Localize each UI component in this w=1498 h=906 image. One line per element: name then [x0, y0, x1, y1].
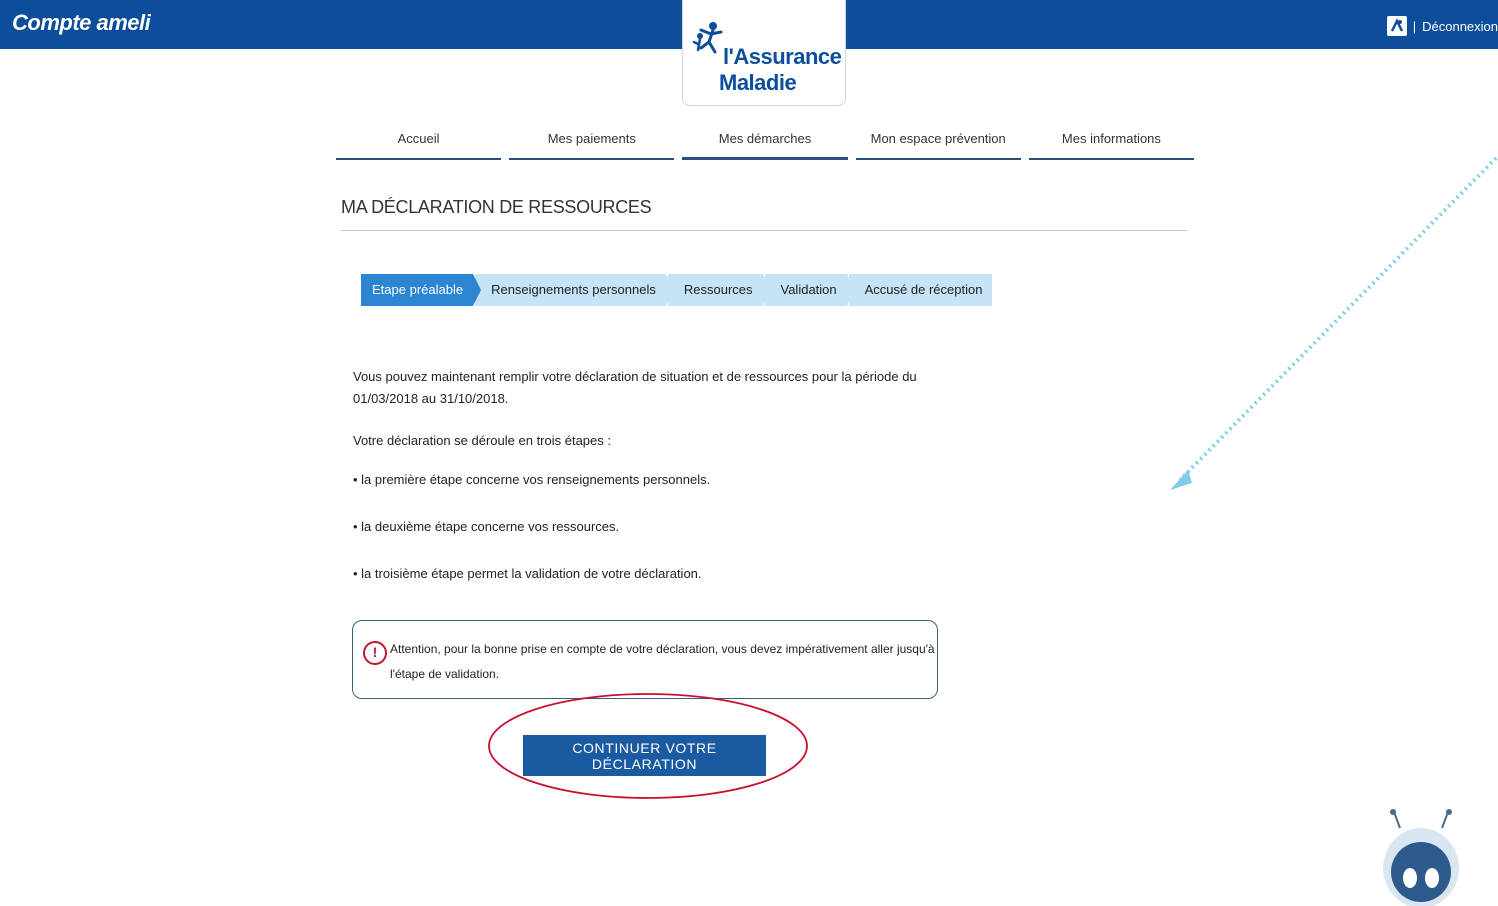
warning-text: Attention, pour la bonne prise en compte… [390, 642, 935, 681]
brand-line-1: l'Assurance [723, 44, 842, 69]
step-validation: Validation [764, 274, 855, 306]
tab-mes-demarches[interactable]: Mes démarches [682, 122, 848, 160]
logout-link[interactable]: Déconnexion [1422, 19, 1498, 34]
dotted-arrow-head [1170, 470, 1192, 490]
main-nav: Accueil Mes paiements Mes démarches Mon … [336, 122, 1195, 160]
progress-stepper: Etape préalable Renseignements personnel… [361, 274, 994, 306]
top-right-actions: | Déconnexion [1386, 16, 1498, 36]
warning-alert: ! Attention, pour la bonne prise en comp… [352, 620, 938, 699]
step-ressources: Ressources [667, 274, 771, 306]
accessibility-icon[interactable] [1386, 16, 1407, 36]
brand-line-2: Maladie [719, 70, 797, 95]
bullet-item: • la deuxième étape concerne vos ressour… [353, 519, 620, 534]
dotted-arrow-line [1178, 156, 1498, 482]
bullet-item: • la première étape concerne vos renseig… [353, 472, 711, 487]
tab-mes-paiements[interactable]: Mes paiements [509, 122, 675, 160]
tab-accueil[interactable]: Accueil [336, 122, 502, 160]
page-title: MA DÉCLARATION DE RESSOURCES [341, 197, 652, 217]
brand-logo[interactable]: l'Assurance Maladie [682, 0, 846, 106]
intro-text: Vous pouvez maintenant remplir votre déc… [353, 369, 917, 406]
step-etape-prealable: Etape préalable [361, 274, 482, 306]
chat-bot-icon[interactable] [1380, 808, 1462, 906]
warning-icon: ! [363, 641, 387, 665]
separator: | [1412, 18, 1417, 34]
brand-figures-icon [692, 22, 723, 54]
bullet-item: • la troisième étape permet la validatio… [353, 566, 702, 581]
steps-intro-text: Votre déclaration se déroule en trois ét… [353, 433, 611, 448]
step-accuse-de-reception: Accusé de réception [848, 274, 993, 306]
step-renseignements-personnels: Renseignements personnels [475, 274, 674, 306]
tab-mon-espace-prevention[interactable]: Mon espace prévention [855, 122, 1021, 160]
title-divider [341, 230, 1187, 231]
continue-declaration-button[interactable]: CONTINUER VOTRE DÉCLARATION [523, 735, 766, 776]
tab-mes-informations[interactable]: Mes informations [1028, 122, 1195, 160]
app-title[interactable]: Compte ameli [12, 10, 151, 36]
